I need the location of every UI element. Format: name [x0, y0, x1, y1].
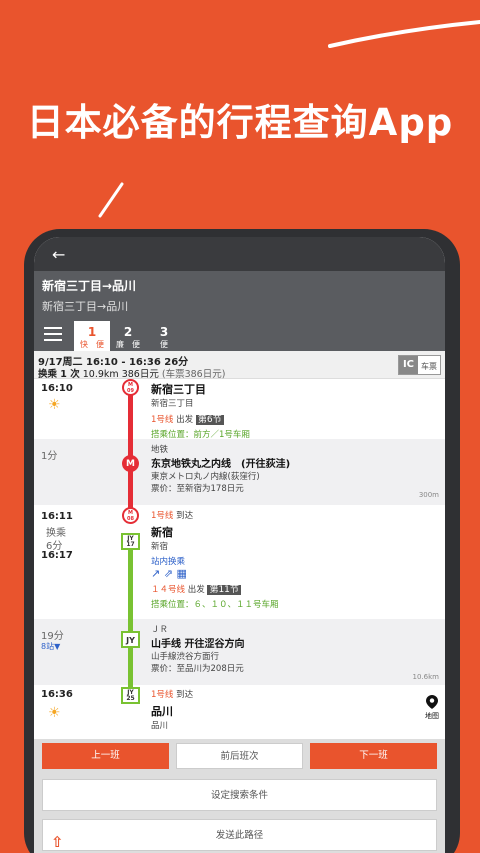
sun-weather-icon: ☀	[48, 397, 61, 413]
app-screen: ← 新宿三丁目→品川 新宿三丁目→品川 1 快 便 2 廉 便 3 便 9/17…	[34, 237, 445, 853]
tab-number: 3	[159, 325, 169, 339]
arrival-info: 1号线 到达 品川 品川	[151, 688, 193, 731]
sun-weather-icon: ☀	[48, 705, 61, 721]
tab-number: 1	[87, 325, 97, 339]
ic-fare-toggle[interactable]: IC 车票	[397, 355, 441, 375]
tab-label: 便	[160, 340, 168, 349]
escalator-icon: ⇗	[163, 567, 173, 580]
back-arrow-icon[interactable]: ←	[52, 245, 65, 264]
departure-info: 新宿三丁目 新宿三丁目 1号线 出发 第6节 搭乘位置：前方／1号车厢	[151, 381, 250, 440]
departure-time: 16:10	[41, 383, 73, 394]
ride-fare: 票价：至品川为208日元	[151, 664, 244, 674]
ticket-label: 车票	[418, 356, 440, 374]
arrival-time: 16:36	[41, 689, 73, 700]
station-badge-m08: M 08	[122, 507, 139, 524]
transfer-arrival-time: 16:11	[41, 511, 73, 522]
arrival-action: 到达	[176, 690, 194, 700]
marunouchi-line-badge: M	[122, 455, 139, 472]
arrival-station-reading: 品川	[151, 721, 169, 731]
ride-step-yamanote: 19分 8站▼ JY ＪＲ 山手线 开往涩谷方向 山手線渋谷方面行 票价：至品川…	[34, 619, 445, 685]
search-settings-button[interactable]: 设定搜索条件	[42, 779, 437, 811]
ic-label: IC	[398, 356, 418, 374]
stairs-icon: ↗	[151, 567, 161, 580]
tab-route-1[interactable]: 1 快 便	[74, 321, 110, 351]
ride-line-reading: 東京メトロ丸ノ内線(荻窪行)	[151, 472, 260, 482]
arrival-step: 16:36 ☀ JY 25 1号线 到达 品川 品川 地图	[34, 685, 445, 747]
transfer-station: 新宿	[151, 526, 173, 539]
departure-station: 新宿三丁目	[151, 383, 206, 396]
tab-label: 廉 便	[116, 340, 140, 349]
tab-number: 2	[123, 325, 133, 339]
map-pin-icon	[426, 695, 438, 709]
ride-line-reading: 山手線渋谷方面行	[151, 652, 220, 662]
departure-car: 第6节	[195, 415, 224, 425]
previous-train-button[interactable]: 上一班	[42, 743, 169, 769]
ride-info: 地铁 东京地铁丸之内线 (开往荻洼) 東京メトロ丸ノ内線(荻窪行) 票价：至新宿…	[151, 443, 290, 494]
share-icon: ⇧	[51, 833, 64, 851]
share-route-button[interactable]: ⇧ 发送此路径	[42, 819, 437, 851]
transfer-departure-action: 出发	[187, 585, 205, 595]
route-subtitle: 新宿三丁目→品川	[42, 300, 129, 313]
tab-label: 快 便	[80, 340, 104, 349]
route-tabs: 1 快 便 2 廉 便 3 便	[34, 321, 445, 351]
transfer-car: 第11节	[207, 585, 241, 595]
route-timeline: 16:10 ☀ M 09 新宿三丁目 新宿三丁目 1号线 出发 第6节 搭乘位置：…	[34, 377, 445, 747]
transfer-arrival-action: 到达	[176, 511, 194, 521]
yamanote-line-badge: JY	[121, 631, 140, 648]
top-bar: ←	[34, 237, 445, 271]
station-badge-jy17: JY 17	[121, 533, 140, 550]
decorative-swoosh	[328, 20, 480, 48]
transfer-departure-time: 16:17	[41, 550, 73, 561]
promo-headline: 日本必备的行程查询App	[26, 101, 454, 144]
ride-line-name: 东京地铁丸之内线 (开往荻洼)	[151, 459, 291, 470]
route-line-segment	[128, 439, 133, 505]
route-line-segment	[128, 391, 133, 439]
tab-route-3[interactable]: 3 便	[146, 321, 182, 351]
ride-fare: 票价：至新宿为178日元	[151, 484, 244, 494]
route-summary: 9/17周二 16:10 - 16:36 26分 换乘 1 次 10.9km 3…	[34, 351, 445, 380]
ride-distance: 10.6km	[412, 673, 439, 681]
decorative-line	[98, 182, 124, 218]
arrival-station: 品川	[151, 705, 173, 718]
transfer-departure-platform: １４号线	[151, 585, 186, 595]
tab-route-2[interactable]: 2 廉 便	[110, 321, 146, 351]
transfer-route-icons: ↗ ⇗ ▦	[151, 567, 279, 580]
bottom-actions: 上一班 前后班次 下一班 设定搜索条件 ⇧ 发送此路径	[34, 739, 445, 853]
route-line-segment	[128, 543, 133, 619]
route-line-segment	[128, 619, 133, 685]
station-transfer-link[interactable]: 站内换乘	[151, 555, 279, 567]
elevator-icon: ▦	[176, 567, 187, 580]
share-route-label: 发送此路径	[215, 830, 264, 841]
ride-stops-toggle[interactable]: 8站▼	[41, 641, 60, 652]
ride-duration: 19分	[41, 631, 64, 642]
departure-platform: 1号线	[151, 415, 174, 425]
station-badge-m09: M 09	[122, 379, 139, 396]
map-label: 地图	[425, 712, 439, 720]
ride-line-name: 山手线 开往涩谷方向	[151, 639, 245, 650]
transfer-info: 1号线 到达 新宿 新宿 站内换乘 ↗ ⇗ ▦ １４号线 出发 第11节 搭乘位…	[151, 509, 279, 610]
transfer-position: 搭乘位置：６、１０、１１号车厢	[151, 600, 279, 610]
list-menu-icon[interactable]	[44, 327, 62, 341]
map-button[interactable]: 地图	[425, 695, 439, 721]
transfer-step: 16:11 换乘 6分 16:17 M 08 JY 17 1号线 到达 新宿 新宿 …	[34, 505, 445, 619]
ride-operator: ＪＲ	[151, 625, 169, 635]
ride-step-marunouchi: 1分 M 地铁 东京地铁丸之内线 (开往荻洼) 東京メトロ丸ノ内線(荻窪行) 票…	[34, 439, 445, 505]
route-title: 新宿三丁目→品川	[42, 279, 137, 293]
departure-action: 出发	[176, 415, 194, 425]
transfer-station-reading: 新宿	[151, 542, 169, 552]
ride-info: ＪＲ 山手线 开往涩谷方向 山手線渋谷方面行 票价：至品川为208日元	[151, 623, 244, 674]
transfer-arrival-platform: 1号线	[151, 511, 174, 521]
next-train-button[interactable]: 下一班	[310, 743, 437, 769]
departure-step: 16:10 ☀ M 09 新宿三丁目 新宿三丁目 1号线 出发 第6节 搭乘位置：…	[34, 377, 445, 440]
departure-station-reading: 新宿三丁目	[151, 399, 194, 409]
ride-duration: 1分	[41, 451, 58, 462]
ride-stops: 8站	[41, 642, 55, 651]
ride-distance: 300m	[418, 491, 439, 499]
station-badge-jy25: JY 25	[121, 687, 140, 704]
nearby-trains-button[interactable]: 前后班次	[176, 743, 303, 769]
arrival-platform: 1号线	[151, 690, 174, 700]
route-header: 新宿三丁目→品川 新宿三丁目→品川 1 快 便 2 廉 便 3 便	[34, 271, 445, 351]
ride-operator: 地铁	[151, 445, 169, 455]
